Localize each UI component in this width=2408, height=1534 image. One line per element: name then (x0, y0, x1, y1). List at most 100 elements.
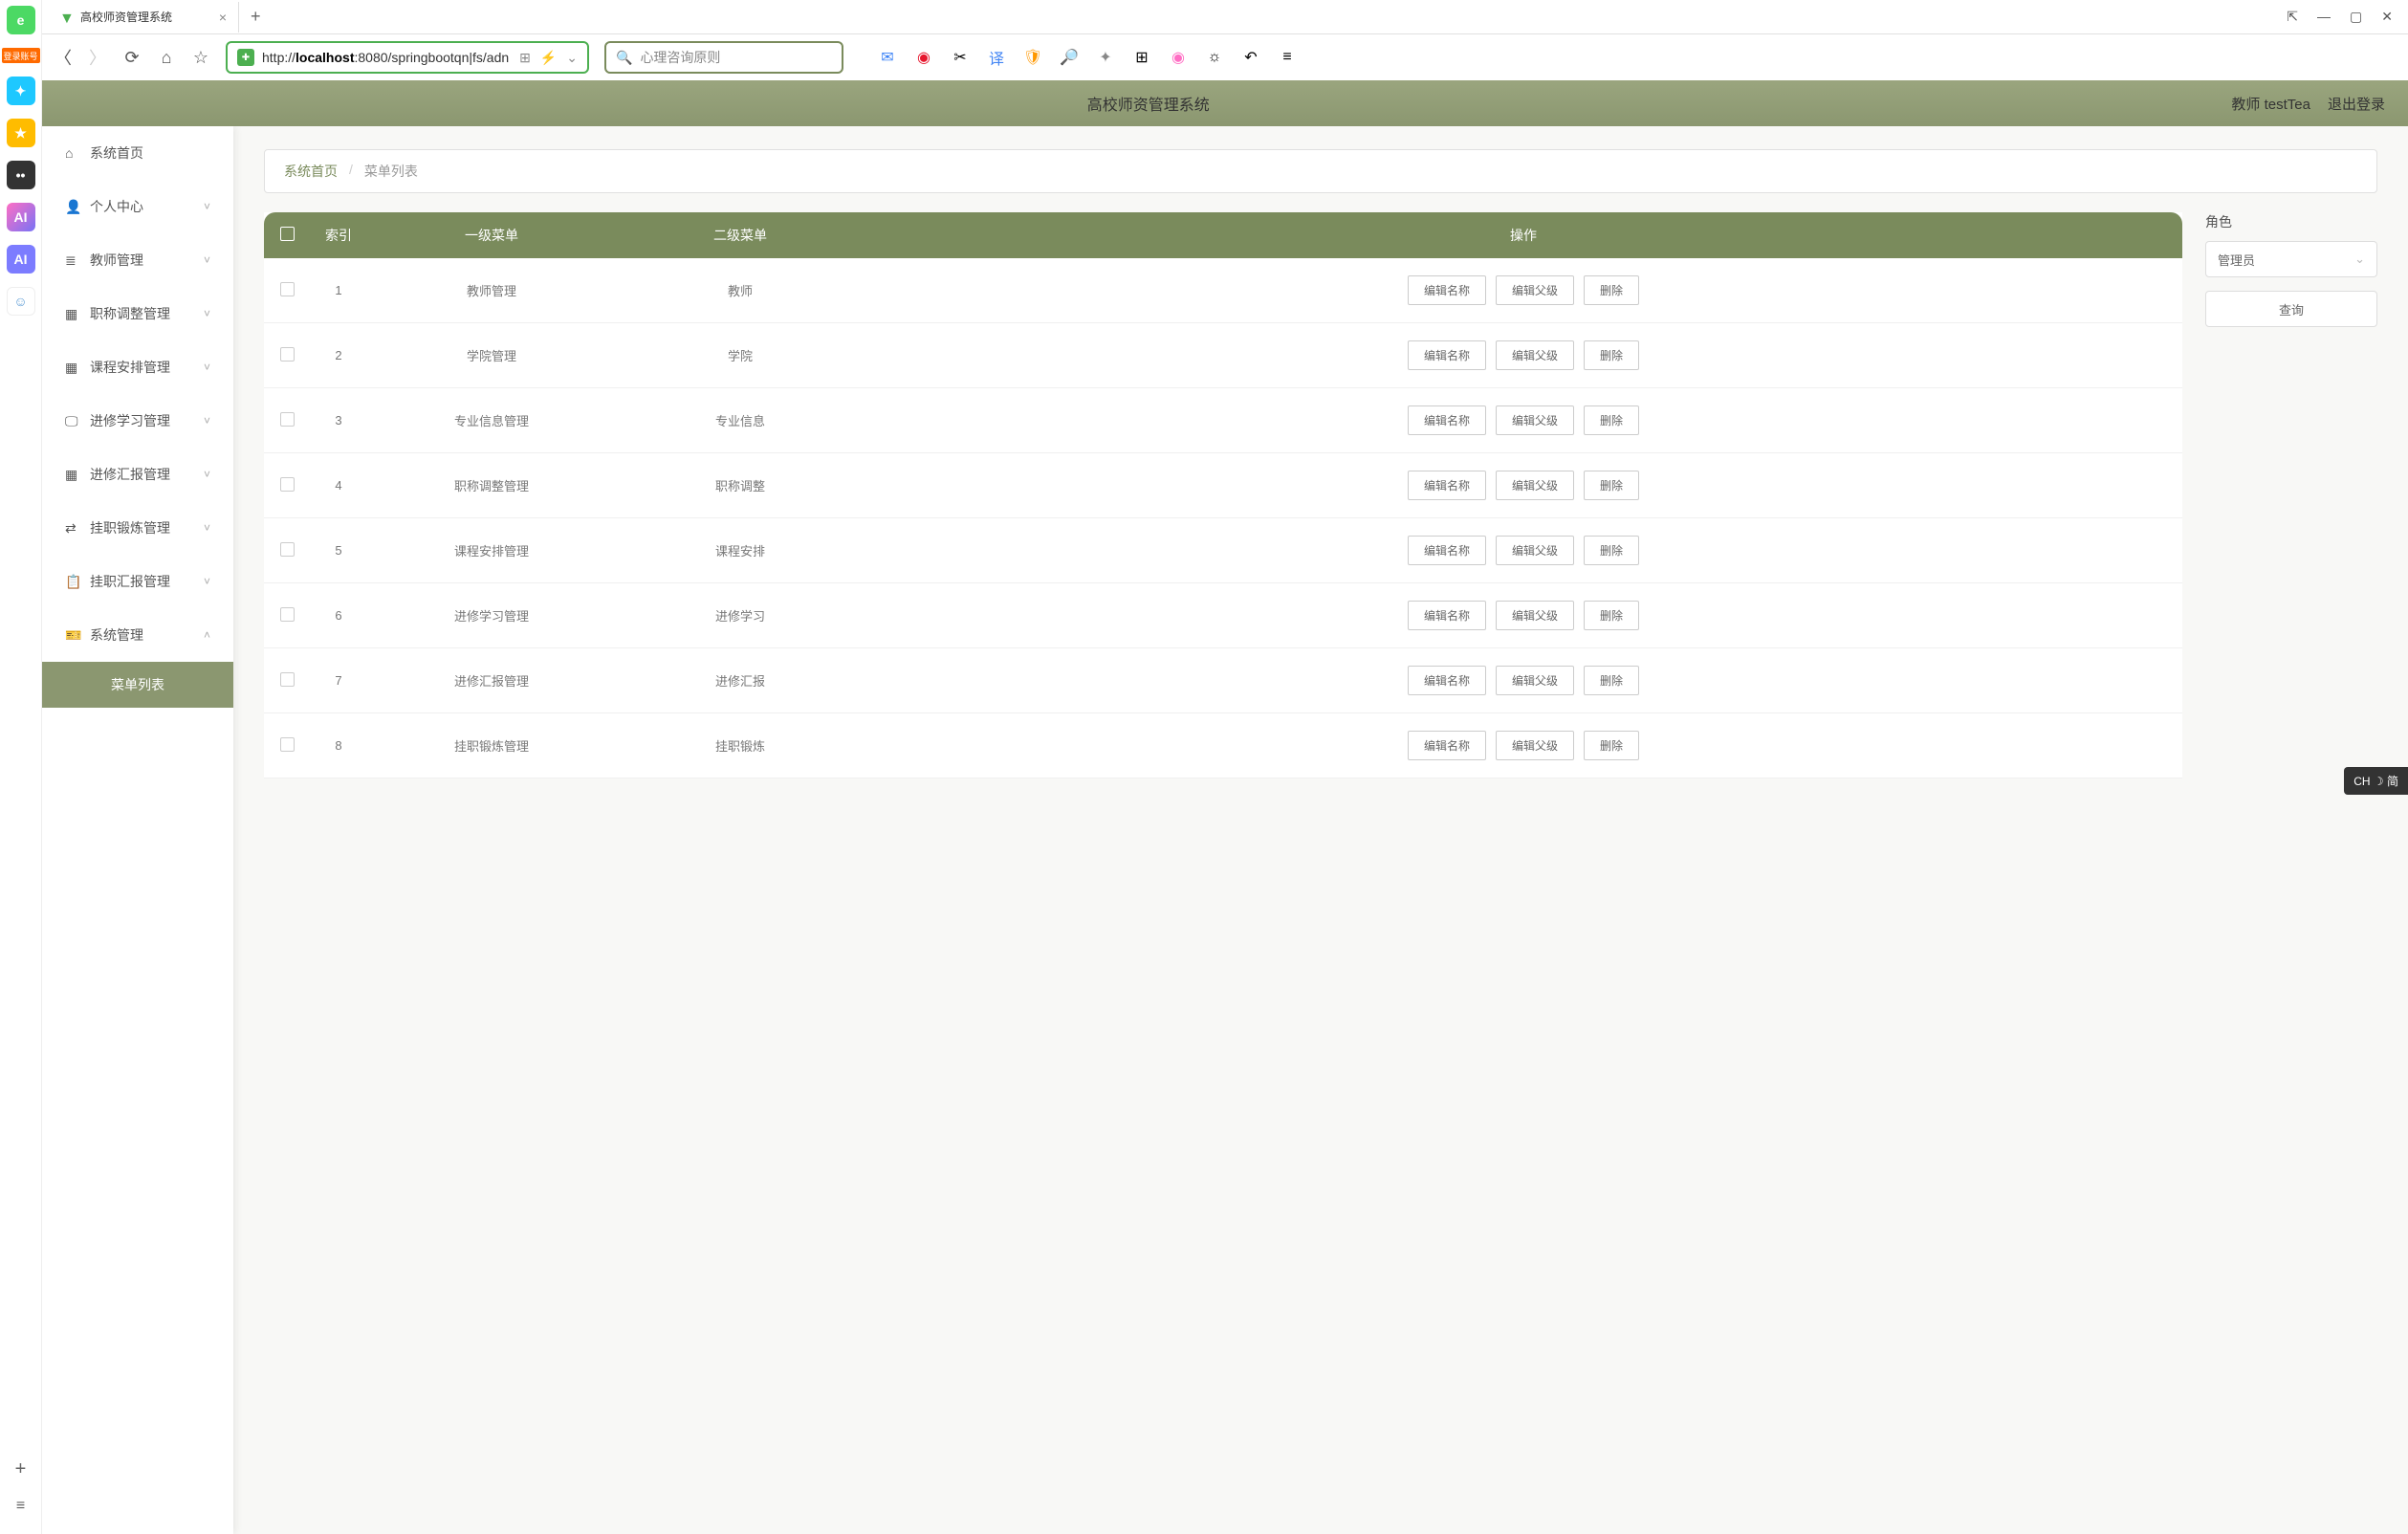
edit-name-button[interactable]: 编辑名称 (1408, 340, 1486, 370)
cell-level2: 教师 (616, 258, 865, 323)
cell-level1: 专业信息管理 (367, 388, 616, 453)
scissors-icon[interactable]: ✂ (951, 48, 970, 67)
browser-app-icon[interactable]: e (7, 6, 35, 34)
edit-parent-button[interactable]: 编辑父级 (1496, 471, 1574, 500)
delete-button[interactable]: 删除 (1584, 405, 1639, 435)
row-checkbox[interactable] (280, 347, 295, 362)
query-button[interactable]: 查询 (2205, 291, 2377, 327)
edit-name-button[interactable]: 编辑名称 (1408, 405, 1486, 435)
app-icon-2[interactable]: ★ (7, 119, 35, 147)
table-wrap: 索引 一级菜单 二级菜单 操作 1教师管理教师编辑名称编辑父级删除2学院管理学院… (264, 212, 2182, 778)
chevron-down-icon[interactable]: ⌄ (566, 50, 578, 66)
breadcrumb-home[interactable]: 系统首页 (284, 162, 338, 181)
menu-item-1[interactable]: 👤个人中心˅ (42, 180, 233, 233)
mail-icon[interactable]: ✉ (878, 48, 897, 67)
ime-indicator[interactable]: CH ☽ 简 (2344, 767, 2408, 795)
side-menu: ⌂系统首页👤个人中心˅≣教师管理˅▦职称调整管理˅▦课程安排管理˅🖵进修学习管理… (42, 126, 233, 1534)
edit-name-button[interactable]: 编辑名称 (1408, 536, 1486, 565)
qr-icon[interactable]: ⊞ (519, 50, 531, 66)
zoom-icon[interactable]: 🔎 (1060, 48, 1079, 67)
row-checkbox[interactable] (280, 282, 295, 296)
bookmark-icon[interactable]: ☆ (191, 48, 210, 67)
cell-level1: 进修学习管理 (367, 583, 616, 648)
shield-toolbar-icon[interactable]: 🛡 (1023, 48, 1042, 67)
delete-button[interactable]: 删除 (1584, 471, 1639, 500)
app-icon-4[interactable]: AI (7, 203, 35, 231)
url-input[interactable]: ✚ http://localhost:8080/springbootqn|fs/… (226, 41, 589, 74)
submenu-item-active[interactable]: 菜单列表 (42, 662, 233, 708)
menu-item-7[interactable]: ⇄挂职锻炼管理˅ (42, 501, 233, 555)
brightness-icon[interactable]: ☼ (1205, 48, 1224, 67)
menu-icon[interactable]: ≡ (1278, 48, 1297, 67)
edit-name-button[interactable]: 编辑名称 (1408, 471, 1486, 500)
app-icon-5[interactable]: AI (7, 245, 35, 274)
header-level1: 一级菜单 (367, 212, 616, 258)
edit-name-button[interactable]: 编辑名称 (1408, 601, 1486, 630)
edit-parent-button[interactable]: 编辑父级 (1496, 601, 1574, 630)
chevron-down-icon: ˅ (204, 200, 210, 213)
edit-parent-button[interactable]: 编辑父级 (1496, 731, 1574, 760)
edit-name-button[interactable]: 编辑名称 (1408, 275, 1486, 305)
reload-icon[interactable]: ⟳ (122, 48, 142, 67)
list-icon[interactable]: ≡ (16, 1498, 25, 1515)
weibo-icon[interactable]: ◉ (914, 48, 933, 67)
translate-icon[interactable]: 译 (987, 48, 1006, 67)
maximize-icon[interactable]: ▢ (2350, 9, 2362, 25)
add-icon[interactable]: + (15, 1458, 27, 1480)
edit-name-button[interactable]: 编辑名称 (1408, 731, 1486, 760)
edit-parent-button[interactable]: 编辑父级 (1496, 340, 1574, 370)
row-checkbox[interactable] (280, 542, 295, 557)
undo-icon[interactable]: ↶ (1241, 48, 1260, 67)
menu-item-6[interactable]: ▦进修汇报管理˅ (42, 448, 233, 501)
app-icon-1[interactable]: ✦ (7, 77, 35, 105)
edit-name-button[interactable]: 编辑名称 (1408, 666, 1486, 695)
puzzle-icon[interactable]: ✦ (1096, 48, 1115, 67)
apps-icon[interactable]: ⊞ (1132, 48, 1151, 67)
edit-parent-button[interactable]: 编辑父级 (1496, 666, 1574, 695)
header-checkbox[interactable] (264, 212, 310, 258)
logout-link[interactable]: 退出登录 (2328, 94, 2385, 114)
row-checkbox[interactable] (280, 477, 295, 492)
home-icon[interactable]: ⌂ (157, 48, 176, 67)
new-tab-button[interactable]: + (239, 7, 273, 27)
minimize-icon[interactable]: — (2317, 9, 2331, 25)
app-icon-6[interactable]: ☺ (7, 287, 35, 316)
cell-level2: 专业信息 (616, 388, 865, 453)
role-select[interactable]: 管理员 ⌄ (2205, 241, 2377, 277)
os-sidebar: e 登录账号 ✦ ★ •• AI AI ☺ + ≡ (0, 0, 42, 1534)
delete-button[interactable]: 删除 (1584, 601, 1639, 630)
delete-button[interactable]: 删除 (1584, 536, 1639, 565)
row-checkbox[interactable] (280, 607, 295, 622)
close-window-icon[interactable]: ✕ (2381, 9, 2393, 25)
menu-item-8[interactable]: 📋挂职汇报管理˅ (42, 555, 233, 608)
delete-button[interactable]: 删除 (1584, 275, 1639, 305)
browser-tab[interactable]: ▼ 高校师资管理系统 × (48, 2, 239, 33)
app-icon-3[interactable]: •• (7, 161, 35, 189)
menu-item-5[interactable]: 🖵进修学习管理˅ (42, 394, 233, 448)
menu-item-9[interactable]: 🎫系统管理˄ (42, 608, 233, 662)
circle-icon[interactable]: ◉ (1169, 48, 1188, 67)
delete-button[interactable]: 删除 (1584, 731, 1639, 760)
menu-item-0[interactable]: ⌂系统首页 (42, 126, 233, 180)
edit-parent-button[interactable]: 编辑父级 (1496, 275, 1574, 305)
row-checkbox[interactable] (280, 412, 295, 427)
row-checkbox[interactable] (280, 737, 295, 752)
row-checkbox[interactable] (280, 672, 295, 687)
back-icon[interactable]: 〈 (54, 48, 73, 67)
pin-icon[interactable]: ⇱ (2287, 9, 2298, 25)
forward-icon[interactable]: 〉 (88, 48, 107, 67)
menu-item-2[interactable]: ≣教师管理˅ (42, 233, 233, 287)
tab-bar: ▼ 高校师资管理系统 × + ⇱ — ▢ ✕ (0, 0, 2408, 34)
menu-item-4[interactable]: ▦课程安排管理˅ (42, 340, 233, 394)
role-selected: 管理员 (2218, 251, 2255, 269)
search-input[interactable]: 🔍 心理咨询原则 (604, 41, 843, 74)
login-badge[interactable]: 登录账号 (2, 48, 40, 63)
close-tab-icon[interactable]: × (219, 10, 227, 25)
edit-parent-button[interactable]: 编辑父级 (1496, 405, 1574, 435)
delete-button[interactable]: 删除 (1584, 666, 1639, 695)
menu-item-3[interactable]: ▦职称调整管理˅ (42, 287, 233, 340)
bolt-icon[interactable]: ⚡ (540, 50, 557, 66)
delete-button[interactable]: 删除 (1584, 340, 1639, 370)
chevron-down-icon: ˅ (204, 521, 210, 535)
edit-parent-button[interactable]: 编辑父级 (1496, 536, 1574, 565)
